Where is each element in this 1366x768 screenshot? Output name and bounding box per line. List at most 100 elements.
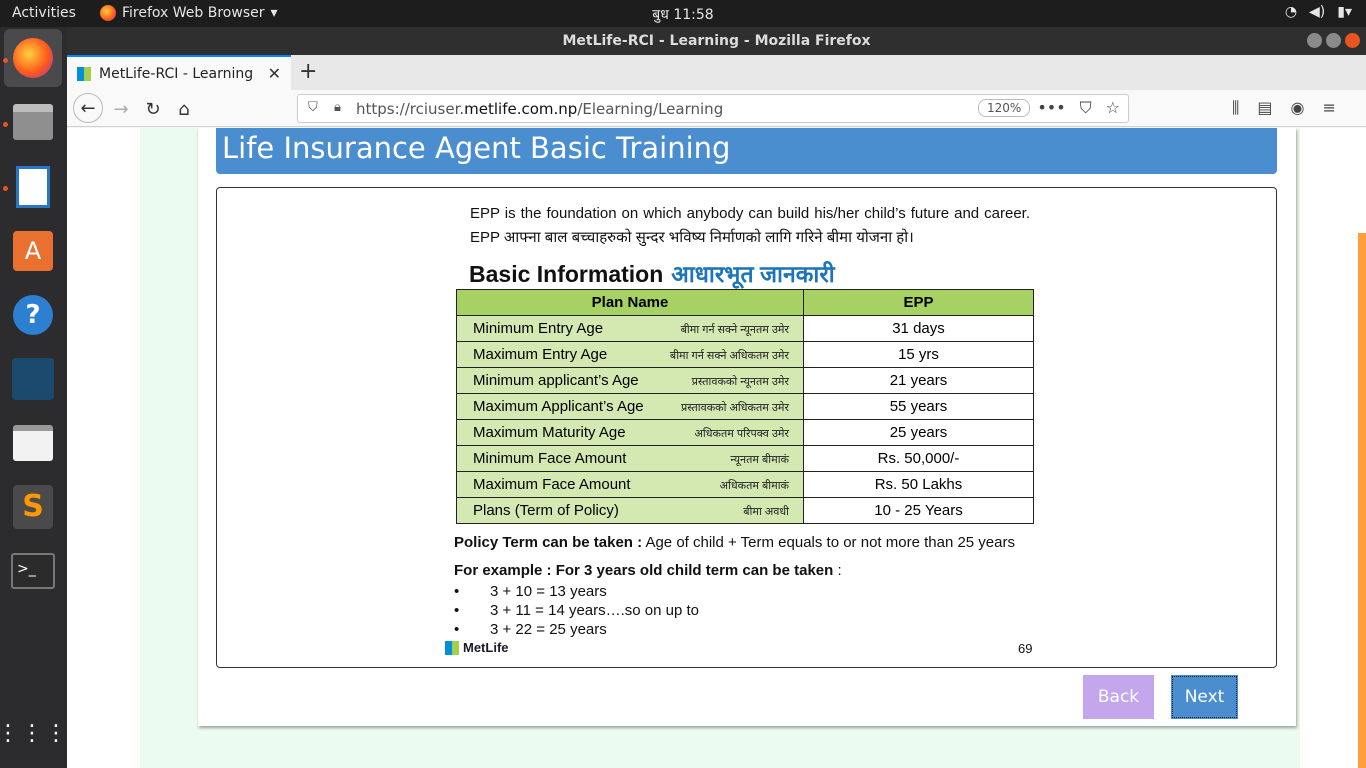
metlife-favicon-icon [77, 66, 91, 81]
policy-term-label: Policy Term can be taken : [454, 534, 643, 551]
list-item-text: 3 + 11 = 14 years….so on up to [490, 602, 700, 619]
row-label-cell: Maximum Applicant’s Age प्रस्तावकको अधिकत… [456, 393, 804, 420]
library-icon[interactable]: ⫼ [1232, 98, 1239, 118]
sublime-text-icon: S [13, 485, 53, 529]
dock-help[interactable]: ? [4, 286, 62, 344]
window-title: MetLife-RCI - Learning - Mozilla Firefox [562, 33, 871, 49]
bookmark-star-icon[interactable]: ☆ [1106, 98, 1120, 118]
maximize-button[interactable] [1326, 33, 1341, 48]
account-icon[interactable]: ◉ [1291, 98, 1305, 118]
back-button[interactable]: ← [73, 93, 103, 123]
table-row: Minimum applicant’s Age प्रस्तावकको न्यून… [456, 367, 1034, 394]
page-viewport: Life Insurance Agent Basic Training EPP … [67, 128, 1366, 768]
navigation-toolbar: ← → ↻ ⌂ ⛉ 🔒︎ https://rciuser.metlife.com… [67, 90, 1366, 127]
shield-icon[interactable]: ⛉ [308, 100, 318, 115]
page-title: Life Insurance Agent Basic Training [222, 131, 731, 165]
volume-icon[interactable]: ◀) [1309, 4, 1325, 20]
table-row: Maximum Maturity Age अधिकतम परिपक्व उमेर 2… [456, 419, 1034, 446]
minimize-button[interactable] [1307, 33, 1322, 48]
section-heading: Basic Information आधारभूत जानकारी [469, 257, 835, 289]
firefox-icon [100, 5, 116, 21]
row-value: 10 - 25 Years [803, 497, 1034, 524]
metlife-logo: MetLife [445, 640, 509, 655]
pocket-icon[interactable]: ⛉ [1080, 98, 1092, 118]
row-label-nepali: अधिकतम बीमाकं [719, 480, 789, 492]
heading-english: Basic Information [469, 261, 664, 287]
home-button[interactable]: ⌂ [170, 95, 198, 123]
window-titlebar[interactable]: MetLife-RCI - Learning - Mozilla Firefox [67, 27, 1366, 55]
dock-sublime[interactable]: S [4, 478, 62, 536]
activities-button[interactable]: Activities [12, 5, 76, 21]
page-actions-icon[interactable]: ••• [1037, 98, 1065, 118]
dock-writer[interactable] [4, 158, 62, 216]
metlife-logo-text: MetLife [463, 640, 509, 655]
system-tray[interactable]: ◔ ◀) ▮▾ [1285, 4, 1352, 20]
table-row: Minimum Entry Age बीमा गर्न सक्ने न्यूनतम… [456, 315, 1034, 342]
example-colon: : [833, 562, 842, 579]
row-value: 55 years [803, 393, 1034, 420]
row-label-cell: Plans (Term of Policy) बीमा अवधी [456, 497, 804, 524]
scrollbar[interactable] [1358, 233, 1366, 768]
row-label-nepali: बीमा गर्न सक्ने अधिकतम उमेर [669, 350, 789, 362]
heading-nepali: आधारभूत जानकारी [671, 261, 835, 287]
row-value: Rs. 50 Lakhs [803, 471, 1034, 498]
slide-frame: EPP is the foundation on which anybody c… [216, 187, 1277, 668]
dock-software[interactable]: A [4, 222, 62, 280]
table-body: Minimum Entry Age बीमा गर्न सक्ने न्यूनतम… [456, 315, 1034, 524]
row-label-cell: Minimum Face Amount न्यूनतम बीमाकं [456, 445, 804, 472]
table-header: EPP [803, 289, 1034, 316]
dock-firefox[interactable] [4, 29, 62, 87]
back-button[interactable]: Back [1083, 675, 1154, 719]
row-label-cell: Maximum Maturity Age अधिकतम परिपक्व उमेर [456, 419, 804, 446]
zoom-indicator[interactable]: 120% [978, 99, 1031, 117]
lock-icon[interactable]: 🔒︎ [334, 100, 341, 115]
row-label-nepali: बीमा गर्न सक्ने न्यूनतम उमेर [680, 324, 789, 336]
example-heading: For example : For 3 years old child term… [454, 562, 842, 579]
metlife-logo-icon [445, 640, 459, 655]
forward-button[interactable]: → [107, 95, 135, 123]
table-row: Maximum Face Amount अधिकतम बीमाकं Rs. 50 L… [456, 471, 1034, 498]
next-button[interactable]: Next [1171, 675, 1238, 719]
bullet-mark: • [454, 621, 460, 638]
row-label: Maximum Face Amount [473, 476, 631, 493]
row-value: 21 years [803, 367, 1034, 394]
close-window-button[interactable] [1345, 33, 1360, 48]
terminal-icon: >_ [11, 553, 55, 589]
dock-mysql[interactable] [4, 350, 62, 408]
menu-icon[interactable]: ≡ [1322, 98, 1335, 118]
row-label-cell: Minimum applicant’s Age प्रस्तावकको न्यून… [456, 367, 804, 394]
plan-info-table: Plan Name EPP Minimum Entry Age बीमा गर्न… [456, 289, 1034, 524]
dock-text-editor[interactable] [4, 414, 62, 472]
window-controls [1307, 33, 1360, 48]
bullet-mark: • [454, 602, 460, 619]
row-label: Minimum Entry Age [473, 320, 604, 337]
url-text[interactable]: https://rciuser.metlife.com.np/Elearning… [356, 100, 723, 118]
close-icon[interactable]: ✕ [268, 64, 281, 83]
firefox-icon [13, 38, 53, 78]
list-item-text: 3 + 10 = 13 years [490, 583, 607, 600]
policy-term-text: Age of child + Term equals to or not mor… [642, 534, 1015, 551]
dock-files[interactable] [4, 93, 62, 151]
course-banner: Life Insurance Agent Basic Training [216, 128, 1277, 174]
grid-icon: ⋮⋮⋮ [0, 721, 69, 746]
url-bar[interactable]: ⛉ 🔒︎ https://rciuser.metlife.com.np/Elea… [297, 94, 1129, 123]
new-tab-button[interactable]: + [299, 59, 317, 84]
wifi-icon[interactable]: ◔ [1285, 4, 1297, 20]
show-applications-button[interactable]: ⋮⋮⋮ [0, 705, 67, 763]
row-label-cell: Maximum Entry Age बीमा गर्न सक्ने अधिकतम … [456, 341, 804, 368]
tab-metlife[interactable]: MetLife-RCI - Learning ✕ [67, 55, 291, 90]
app-menu[interactable]: Firefox Web Browser ▾ [100, 5, 278, 21]
sidebar-icon[interactable]: ▤ [1257, 98, 1272, 118]
row-label: Minimum applicant’s Age [473, 372, 639, 389]
app-menu-label: Firefox Web Browser [122, 5, 265, 21]
content-card: Life Insurance Agent Basic Training EPP … [198, 128, 1296, 726]
example-list: • 3 + 10 = 13 years • 3 + 11 = 14 years….so… [454, 582, 699, 639]
battery-icon[interactable]: ▮▾ [1337, 4, 1352, 20]
row-label: Maximum Maturity Age [473, 424, 626, 441]
bullet-mark: • [454, 583, 460, 600]
text-editor-icon [13, 425, 53, 461]
software-icon: A [13, 231, 53, 271]
reload-button[interactable]: ↻ [139, 95, 167, 123]
dock-terminal[interactable]: >_ [4, 542, 62, 600]
mysql-workbench-icon [12, 358, 54, 400]
